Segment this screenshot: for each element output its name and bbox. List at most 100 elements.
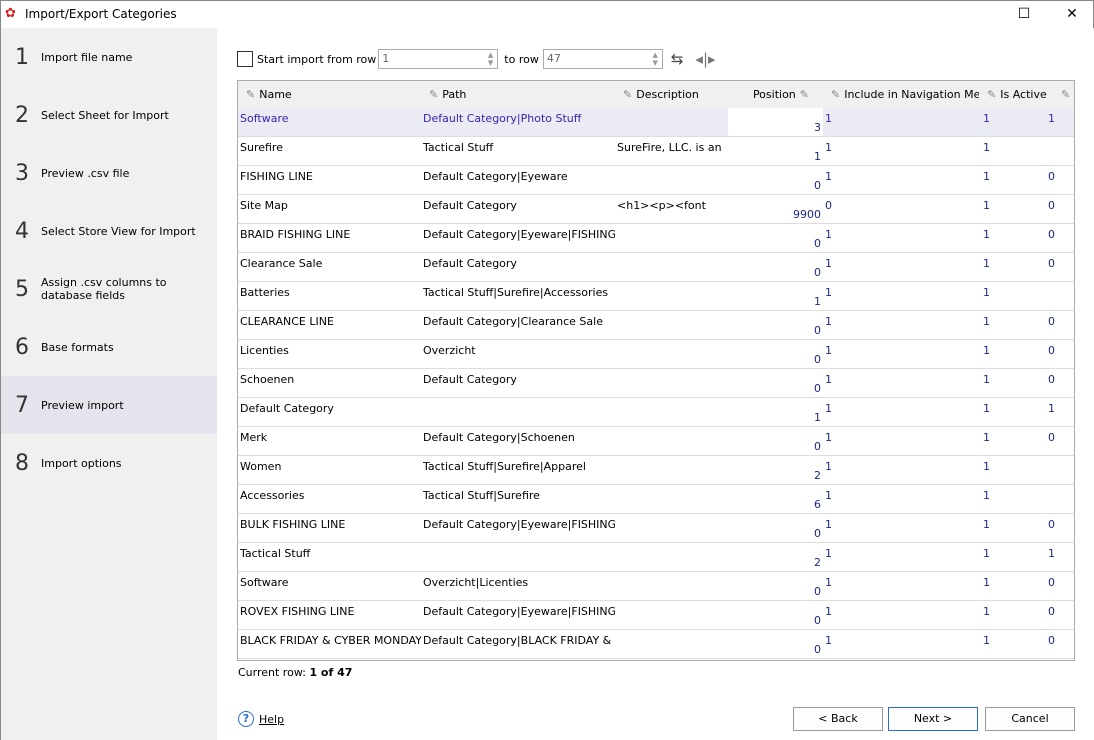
cell-description[interactable] xyxy=(615,514,728,542)
cell-extra[interactable]: 0 xyxy=(979,166,1059,194)
cell-include-in-nav[interactable]: 1 xyxy=(823,340,979,368)
pencil-icon[interactable]: ✎ xyxy=(831,88,840,101)
cell-extra[interactable]: 0 xyxy=(979,601,1059,629)
cell-name[interactable]: BULK FISHING LINE xyxy=(238,514,421,542)
cell-path[interactable]: Tactical Stuff xyxy=(421,137,615,165)
cell-path[interactable] xyxy=(421,543,615,571)
cell-extra[interactable]: 1 xyxy=(979,398,1059,426)
step-5[interactable]: 5 Assign .csv columns to database fields xyxy=(1,260,217,318)
cell-description[interactable]: SureFire, LLC. is an xyxy=(615,137,728,165)
cell-extra[interactable]: 0 xyxy=(979,195,1059,223)
table-row[interactable]: Women Tactical Stuff|Surefire|Apparel 2 1 1 xyxy=(238,456,1074,485)
cell-path[interactable]: Tactical Stuff|Surefire|Accessories xyxy=(421,282,615,310)
cell-include-in-nav[interactable]: 1 xyxy=(823,369,979,397)
table-row[interactable]: CLEARANCE LINE Default Category|Clearance… xyxy=(238,311,1074,340)
cell-description[interactable] xyxy=(615,601,728,629)
help-link[interactable]: ? Help xyxy=(238,711,284,727)
step-6[interactable]: 6 Base formats xyxy=(1,318,217,376)
back-button[interactable]: < Back xyxy=(793,707,883,731)
cell-include-in-nav[interactable]: 1 xyxy=(823,108,979,136)
table-row[interactable]: Default Category 1 1 1 1 xyxy=(238,398,1074,427)
cell-include-in-nav[interactable]: 1 xyxy=(823,572,979,600)
table-row[interactable]: BULK FISHING LINE Default Category|Eyewar… xyxy=(238,514,1074,543)
cell-description[interactable] xyxy=(615,108,728,136)
cell-name[interactable]: Default Category xyxy=(238,398,421,426)
cell-path[interactable]: Default Category|Eyeware|FISHING xyxy=(421,601,615,629)
fit-columns-icon[interactable]: ⇆ xyxy=(671,50,684,68)
cell-description[interactable] xyxy=(615,427,728,455)
table-row[interactable]: Tactical Stuff 2 1 1 1 xyxy=(238,543,1074,572)
cell-position[interactable]: 0 xyxy=(728,166,823,194)
maximize-button[interactable]: ☐ xyxy=(1001,1,1047,27)
cell-path[interactable]: Default Category|Eyeware|FISHING xyxy=(421,224,615,252)
cell-include-in-nav[interactable]: 1 xyxy=(823,398,979,426)
cell-path[interactable]: Overzicht xyxy=(421,340,615,368)
to-row-input[interactable]: 47 ▲ ▼ xyxy=(542,49,663,69)
cell-description[interactable] xyxy=(615,398,728,426)
split-columns-icon[interactable]: ◂|▸ xyxy=(695,50,715,68)
cell-position[interactable]: 1 xyxy=(728,282,823,310)
cell-include-in-nav[interactable]: 1 xyxy=(823,630,979,658)
table-row[interactable]: Licenties Overzicht 0 1 1 0 xyxy=(238,340,1074,369)
cell-extra[interactable]: 1 xyxy=(979,108,1059,136)
cell-position[interactable]: 0 xyxy=(728,630,823,658)
pencil-icon[interactable]: ✎ xyxy=(429,88,438,101)
cell-include-in-nav[interactable]: 1 xyxy=(823,166,979,194)
cell-name[interactable]: Women xyxy=(238,456,421,484)
cell-extra[interactable]: 0 xyxy=(979,340,1059,368)
cell-include-in-nav[interactable]: 1 xyxy=(823,485,979,513)
cell-position[interactable]: 1 xyxy=(728,137,823,165)
table-row[interactable]: Software Overzicht|Licenties 0 1 1 0 xyxy=(238,572,1074,601)
cell-name[interactable]: Software xyxy=(238,108,421,136)
spin-arrows-icon[interactable]: ▲ ▼ xyxy=(652,51,657,67)
cell-name[interactable]: BRAID FISHING LINE xyxy=(238,224,421,252)
cell-position[interactable]: 0 xyxy=(728,601,823,629)
cell-description[interactable] xyxy=(615,543,728,571)
cell-position[interactable]: 1 xyxy=(728,398,823,426)
cell-path[interactable]: Default Category|BLACK FRIDAY & xyxy=(421,630,615,658)
cell-include-in-nav[interactable]: 1 xyxy=(823,427,979,455)
cell-include-in-nav[interactable]: 0 xyxy=(823,195,979,223)
cell-extra[interactable] xyxy=(979,456,1059,484)
cell-name[interactable]: BLACK FRIDAY & CYBER MONDAY xyxy=(238,630,421,658)
cell-description[interactable] xyxy=(615,253,728,281)
cell-position[interactable]: 3 xyxy=(728,108,823,136)
column-header[interactable]: ✎ Description xyxy=(615,81,728,108)
cell-description[interactable] xyxy=(615,630,728,658)
cell-include-in-nav[interactable]: 1 xyxy=(823,311,979,339)
cell-extra[interactable] xyxy=(979,282,1059,310)
cell-include-in-nav[interactable]: 1 xyxy=(823,282,979,310)
cell-extra[interactable]: 0 xyxy=(979,630,1059,658)
cell-position[interactable]: 0 xyxy=(728,253,823,281)
cell-include-in-nav[interactable]: 1 xyxy=(823,601,979,629)
cell-extra[interactable]: 0 xyxy=(979,224,1059,252)
cell-name[interactable]: Tactical Stuff xyxy=(238,543,421,571)
cell-position[interactable]: 0 xyxy=(728,224,823,252)
cell-description[interactable] xyxy=(615,456,728,484)
cell-name[interactable]: Batteries xyxy=(238,282,421,310)
step-4[interactable]: 4 Select Store View for Import xyxy=(1,202,217,260)
step-3[interactable]: 3 Preview .csv file xyxy=(1,144,217,202)
column-header[interactable]: ✎ Name xyxy=(238,81,421,108)
cell-path[interactable] xyxy=(421,398,615,426)
cell-name[interactable]: Schoenen xyxy=(238,369,421,397)
cell-name[interactable]: FISHING LINE xyxy=(238,166,421,194)
cell-extra[interactable] xyxy=(979,485,1059,513)
cell-extra[interactable]: 0 xyxy=(979,311,1059,339)
cell-position[interactable]: 0 xyxy=(728,340,823,368)
cell-name[interactable]: CLEARANCE LINE xyxy=(238,311,421,339)
column-header[interactable]: ✎ Include in Navigation Me xyxy=(823,81,979,108)
pencil-icon[interactable]: ✎ xyxy=(800,88,809,101)
cell-name[interactable]: Clearance Sale xyxy=(238,253,421,281)
cell-extra[interactable]: 0 xyxy=(979,514,1059,542)
cell-path[interactable]: Default Category xyxy=(421,369,615,397)
cancel-button[interactable]: Cancel xyxy=(985,707,1075,731)
cell-extra[interactable]: 0 xyxy=(979,572,1059,600)
cell-position[interactable]: 0 xyxy=(728,514,823,542)
cell-path[interactable]: Default Category xyxy=(421,253,615,281)
cell-position[interactable]: 6 xyxy=(728,485,823,513)
table-row[interactable]: Software Default Category|Photo Stuff 3 1 1 1 xyxy=(238,108,1074,137)
cell-description[interactable] xyxy=(615,311,728,339)
cell-extra[interactable]: 0 xyxy=(979,369,1059,397)
table-row[interactable]: BLACK FRIDAY & CYBER MONDAY Default Categ… xyxy=(238,630,1074,659)
